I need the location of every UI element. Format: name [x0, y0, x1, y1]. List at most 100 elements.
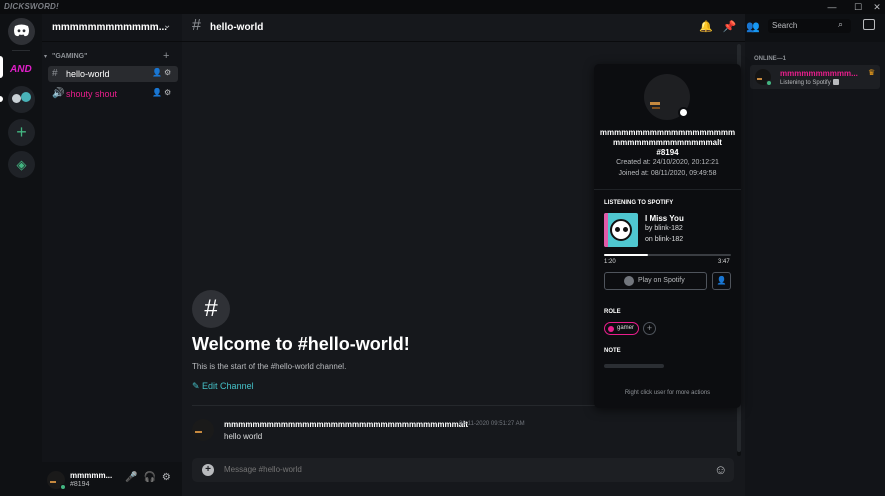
rail-separator: [12, 50, 30, 51]
user-profile-popout: mmmmmmmmmmmmmmmmmmmmmmmmmmmmmmmmmalt #81…: [594, 64, 741, 408]
channel-hello-world[interactable]: # hello-world 👤⚙: [48, 66, 178, 82]
status-dot: [678, 107, 689, 118]
channel-shouty-shout[interactable]: 🔊 shouty shout 👤⚙: [48, 86, 178, 102]
inbox-icon[interactable]: [863, 19, 875, 30]
discord-logo-icon: [14, 24, 29, 37]
server-image[interactable]: [8, 86, 35, 113]
close-button[interactable]: ✕: [869, 0, 885, 14]
member-activity: Listening to Spotify: [780, 79, 839, 86]
channel-name: hello-world: [66, 69, 110, 79]
role-section-heading: ROLE: [604, 309, 621, 315]
user-panel: mmmmm... #8194 🎤🎧⚙: [42, 462, 182, 496]
speaker-icon: 🔊: [52, 88, 65, 99]
welcome-title: Welcome to #hello-world!: [192, 334, 410, 354]
channel-title: hello-world: [210, 22, 264, 33]
pin-icon[interactable]: 📌: [723, 21, 747, 33]
channel-tools: 👤⚙: [152, 68, 173, 77]
role-name: gamer: [617, 325, 635, 331]
welcome-subtitle: This is the start of the #hello-world ch…: [192, 362, 347, 371]
message-input[interactable]: [224, 465, 684, 474]
track-title[interactable]: I Miss You: [645, 214, 684, 223]
selected-server-pill: [0, 56, 3, 78]
maximize-button[interactable]: ☐: [850, 0, 866, 14]
mic-muted-icon[interactable]: 🎤: [125, 472, 143, 483]
search-input[interactable]: [772, 21, 832, 30]
online-status-dot: [60, 484, 66, 490]
server-rail: AND + ◈: [0, 14, 42, 496]
profile-username: mmmmmmmmmmmmmmmmmmmmmmmmmmmmmmmmmalt: [599, 128, 736, 147]
channel-category[interactable]: ▾ "GAMING" +: [44, 50, 180, 63]
profile-divider: [594, 189, 741, 190]
app-name: DICKSWORD!: [4, 2, 59, 11]
server-and-label: AND: [10, 64, 32, 75]
spotify-icon: [624, 276, 634, 286]
role-badge[interactable]: gamer: [604, 322, 639, 335]
track-duration: 3:47: [718, 259, 730, 265]
message-timestamp: 08-11-2020 09:51:27 AM: [459, 421, 525, 427]
plus-icon: +: [16, 122, 27, 142]
header-tools: 🔔📌👥: [699, 20, 770, 33]
add-channel-icon[interactable]: +: [163, 50, 169, 62]
server-name: mmmmmmmmmmmm...: [52, 22, 168, 33]
edit-channel-link[interactable]: ✎ Edit Channel: [192, 381, 254, 392]
listen-along-button[interactable]: 👤: [712, 272, 731, 290]
server-and[interactable]: AND: [8, 56, 35, 83]
pencil-icon: ✎: [192, 381, 203, 391]
message-author[interactable]: mmmmmmmmmmmmmmmmmmmmmmmmmmmmmmmmmalt: [224, 420, 468, 429]
server-image-art: [12, 94, 21, 103]
add-friend-icon: 👤: [716, 276, 727, 285]
profile-created-at: Created at: 24/10/2020, 20:12:21: [616, 159, 719, 166]
album-art: [604, 213, 638, 247]
minimize-button[interactable]: —: [824, 0, 840, 14]
members-icon[interactable]: 👥: [746, 21, 770, 33]
invite-icon[interactable]: 👤: [152, 68, 164, 77]
attach-plus-icon[interactable]: +: [202, 464, 214, 476]
channel-sidebar: mmmmmmmmmmmm... ⌄ ▾ "GAMING" + # hello-w…: [42, 14, 182, 496]
headphones-icon[interactable]: 🎧: [143, 472, 161, 483]
note-input[interactable]: [604, 362, 731, 372]
invite-icon[interactable]: 👤: [152, 88, 164, 97]
chevron-down-icon: ⌄: [163, 20, 172, 31]
user-controls: 🎤🎧⚙: [125, 472, 177, 483]
bell-icon[interactable]: 🔔: [699, 21, 723, 33]
add-role-button[interactable]: +: [643, 322, 656, 335]
role-color-dot: [608, 326, 614, 332]
discord-client: DICKSWORD! — ☐ ✕ AND + ◈ mmmmmmmmmmmm...: [0, 0, 885, 496]
activity-icon: [832, 79, 839, 85]
collapse-arrow-icon: ▾: [44, 54, 48, 60]
channel-header: # hello-world 🔔📌👥: [182, 14, 760, 42]
explore-servers-button[interactable]: ◈: [8, 151, 35, 178]
category-label: "GAMING": [52, 53, 88, 60]
edit-channel-label: Edit Channel: [202, 381, 254, 391]
member-group-label: ONLINE—1: [754, 56, 787, 62]
play-on-spotify-label: Play on Spotify: [638, 277, 685, 284]
profile-joined-at: Joined at: 08/11/2020, 09:49:58: [618, 170, 717, 177]
crown-icon: ♛: [868, 68, 876, 77]
search-box[interactable]: ⌕: [768, 19, 851, 33]
emoji-icon[interactable]: ☺: [714, 462, 727, 477]
add-server-button[interactable]: +: [8, 119, 35, 146]
track-album[interactable]: on blink-182: [645, 236, 683, 243]
hash-icon: #: [52, 68, 58, 79]
settings-gear-icon[interactable]: ⚙: [162, 472, 177, 483]
track-artist[interactable]: by blink-182: [645, 225, 683, 232]
gear-icon[interactable]: ⚙: [164, 68, 173, 77]
compass-icon: ◈: [16, 157, 27, 172]
message-avatar[interactable]: [192, 419, 214, 441]
title-bar: DICKSWORD! — ☐ ✕: [0, 0, 885, 14]
profile-tag: #8194: [656, 148, 679, 157]
online-status-dot: [766, 80, 772, 86]
gear-icon[interactable]: ⚙: [164, 88, 173, 97]
channel-hash-badge: #: [192, 290, 230, 328]
user-tag: #8194: [70, 481, 90, 488]
play-on-spotify-button[interactable]: Play on Spotify: [604, 272, 707, 290]
unread-server-pill: [0, 96, 3, 102]
member-item[interactable]: mmmmmmmmmm... ♛ Listening to Spotify: [750, 65, 880, 89]
track-progress-bar: [604, 254, 731, 256]
note-section-heading: NOTE: [604, 348, 621, 354]
member-name: mmmmmmmmmm...: [780, 69, 858, 78]
home-button[interactable]: [8, 18, 35, 45]
server-header[interactable]: mmmmmmmmmmmm... ⌄: [42, 14, 182, 42]
channel-tools: 👤⚙: [152, 88, 173, 97]
message-text: hello world: [224, 432, 263, 441]
